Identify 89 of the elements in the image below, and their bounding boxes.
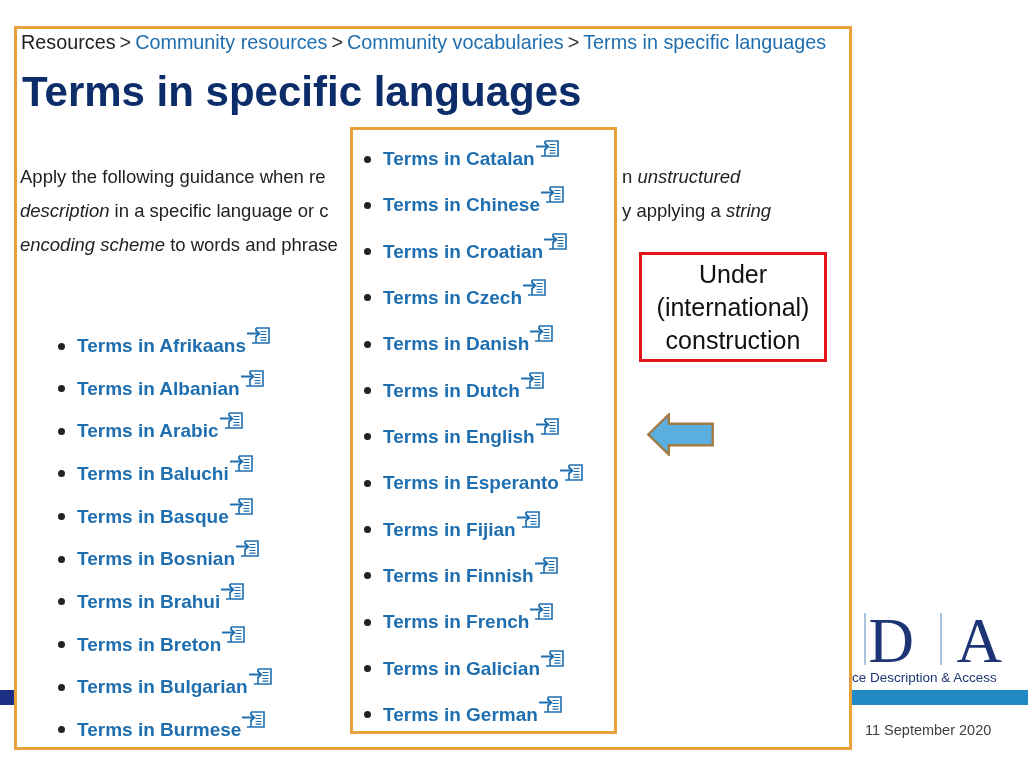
paragraph-fragment: description in a specific language or c [20, 199, 329, 223]
bullet-icon [364, 433, 371, 441]
bullet-icon [364, 572, 371, 580]
paragraph-fragment: y applying a string [622, 199, 772, 223]
bullet-icon [364, 618, 371, 626]
document-arrow-icon [544, 232, 568, 250]
document-arrow-icon [520, 371, 544, 389]
logo-tagline: ce Description & Access [852, 669, 998, 687]
bullet-icon [58, 513, 65, 521]
document-arrow-icon [229, 497, 253, 515]
bullet-icon [364, 711, 371, 719]
bullet-icon [58, 641, 65, 649]
breadcrumb-item: Resources [21, 30, 116, 55]
language-link[interactable]: Terms in Croatian [383, 239, 544, 264]
bullet-icon [58, 598, 65, 606]
breadcrumb-link[interactable]: Community vocabularies [347, 29, 564, 55]
language-link[interactable]: Terms in Finnish [383, 563, 534, 588]
bullet-icon [364, 387, 371, 395]
bullet-icon [58, 385, 65, 393]
language-link[interactable]: Terms in Albanian [77, 376, 240, 401]
bullet-icon [364, 248, 371, 256]
breadcrumb-separator: > [119, 30, 132, 55]
language-link[interactable]: Terms in Czech [383, 286, 523, 310]
document-arrow-icon [541, 186, 564, 204]
bullet-icon [364, 294, 371, 302]
language-link[interactable]: Terms in Basque [77, 504, 229, 529]
language-link[interactable]: Terms in Bosnian [77, 547, 235, 572]
language-link[interactable]: Terms in Afrikaans [77, 334, 246, 358]
document-arrow-icon [516, 510, 540, 528]
bullet-icon [58, 470, 65, 478]
slide-date: 11 September 2020 [865, 721, 992, 739]
language-link[interactable]: Terms in Danish [383, 332, 530, 357]
breadcrumb-link[interactable]: Community resources [135, 29, 328, 55]
language-link[interactable]: Terms in Catalan [383, 147, 535, 171]
breadcrumb-link[interactable]: Terms in specific languages [583, 29, 827, 55]
logo-letter: D [868, 613, 914, 669]
language-link[interactable]: Terms in Bulgarian [77, 675, 248, 700]
bullet-icon [364, 479, 371, 487]
document-arrow-icon [246, 327, 270, 344]
left-arrow-icon [646, 413, 715, 456]
document-arrow-icon [530, 325, 554, 343]
bullet-icon [58, 555, 65, 563]
language-link[interactable]: Terms in Dutch [383, 378, 520, 403]
document-arrow-icon [236, 540, 259, 558]
document-arrow-icon [242, 710, 266, 728]
document-arrow-icon [530, 603, 554, 621]
language-link[interactable]: Terms in German [383, 702, 538, 727]
footer-bar [0, 690, 14, 705]
paragraph-fragment: n unstructured [622, 165, 741, 189]
language-link[interactable]: Terms in Fijian [383, 517, 516, 542]
language-link[interactable]: Terms in Brahui [77, 589, 221, 614]
bullet-icon [364, 665, 371, 673]
document-arrow-icon [538, 695, 562, 713]
bullet-icon [364, 526, 371, 534]
breadcrumb-separator: > [567, 30, 580, 55]
bullet-icon [58, 683, 65, 691]
page-heading: Terms in specific languages [22, 69, 582, 115]
notice-callout: Under (international) construction [639, 252, 827, 362]
document-arrow-icon [219, 412, 243, 430]
bullet-icon [364, 201, 371, 209]
bullet-icon [58, 726, 65, 734]
document-arrow-icon [523, 279, 547, 296]
bullet-icon [364, 340, 371, 348]
language-link[interactable]: Terms in Galician [383, 656, 540, 681]
document-arrow-icon [248, 668, 272, 686]
document-arrow-icon [535, 140, 559, 157]
paragraph-fragment: Apply the following guidance when re [20, 165, 326, 189]
document-arrow-icon [534, 556, 558, 574]
document-arrow-icon [222, 625, 246, 643]
document-arrow-icon [240, 369, 264, 387]
document-arrow-icon [535, 417, 559, 435]
document-arrow-icon [221, 582, 245, 600]
language-link[interactable]: Terms in Breton [77, 632, 222, 657]
language-link[interactable]: Terms in French [383, 610, 530, 635]
bullet-icon [58, 342, 65, 350]
language-link[interactable]: Terms in Esperanto [383, 471, 559, 496]
breadcrumb-separator: > [331, 30, 344, 55]
language-link[interactable]: Terms in English [383, 424, 535, 449]
language-link[interactable]: Terms in Burmese [77, 717, 242, 742]
bullet-icon [58, 427, 65, 435]
language-link[interactable]: Terms in Chinese [383, 193, 540, 218]
paragraph-fragment: encoding scheme to words and phrase [20, 233, 338, 257]
logo-letter: A [956, 613, 1002, 669]
document-arrow-icon [229, 454, 253, 472]
language-link[interactable]: Terms in Baluchi [77, 461, 229, 486]
document-arrow-icon [541, 649, 564, 667]
document-arrow-icon [560, 464, 583, 482]
bullet-icon [364, 155, 371, 163]
language-link[interactable]: Terms in Arabic [77, 419, 219, 444]
